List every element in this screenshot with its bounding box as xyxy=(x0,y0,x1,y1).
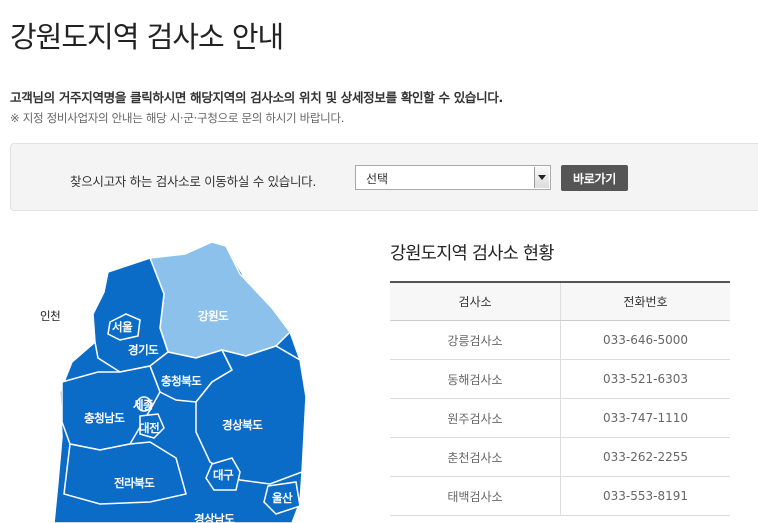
inspection-center-select[interactable]: 선택 xyxy=(355,165,551,190)
map-label-ulsan[interactable]: 울산 xyxy=(272,491,294,505)
center-name: 강릉검사소 xyxy=(390,320,561,360)
center-name: 원주검사소 xyxy=(390,398,561,438)
search-panel: 찾으시고자 하는 검사소로 이동하실 수 있습니다. 선택 바로가기 xyxy=(10,143,758,211)
inspection-center-table: 검사소 전화번호 강릉검사소 033-646-5000 동해검사소 033-52… xyxy=(390,281,730,516)
map-label-chungbuk[interactable]: 충청북도 xyxy=(161,374,203,388)
map-region-gangwon[interactable] xyxy=(148,241,291,359)
table-row: 강릉검사소 033-646-5000 xyxy=(390,320,730,360)
center-name: 태백검사소 xyxy=(390,476,561,516)
map-label-daejeon[interactable]: 대전 xyxy=(139,421,160,435)
table-header-row: 검사소 전화번호 xyxy=(390,281,730,321)
chevron-down-icon[interactable] xyxy=(534,167,549,188)
page-title: 강원도지역 검사소 안내 xyxy=(10,20,284,54)
notice-text: ※ 지정 정비사업자의 안내는 해당 시·군·구청으로 문의 하시기 바랍니다. xyxy=(10,111,345,125)
intro-text: 고객님의 거주지역명을 클릭하시면 해당지역의 검사소의 위치 및 상세정보를 … xyxy=(10,90,503,105)
table-row: 태백검사소 033-553-8191 xyxy=(390,476,730,516)
map-label-daegu[interactable]: 대구 xyxy=(213,468,235,482)
map-label-gyeongbuk[interactable]: 경상북도 xyxy=(222,418,264,432)
table-row: 원주검사소 033-747-1110 xyxy=(390,398,730,438)
center-phone: 033-747-1110 xyxy=(560,398,730,438)
center-phone: 033-553-8191 xyxy=(560,476,730,516)
center-phone: 033-521-6303 xyxy=(560,359,730,399)
korea-region-map: 인천 서울 경기도 강원도 충청북도 세종 충청남도 대전 경상북도 전라북도 … xyxy=(40,241,307,523)
map-label-gangwon[interactable]: 강원도 xyxy=(198,309,230,323)
center-phone: 033-646-5000 xyxy=(560,320,730,360)
map-label-gyeonggi[interactable]: 경기도 xyxy=(128,343,160,357)
table-row: 동해검사소 033-521-6303 xyxy=(390,359,730,399)
map-label-seoul[interactable]: 서울 xyxy=(112,320,134,334)
map-label-jeonbuk[interactable]: 전라북도 xyxy=(114,476,156,490)
go-button[interactable]: 바로가기 xyxy=(561,165,628,191)
center-name: 춘천검사소 xyxy=(390,437,561,477)
map-label-incheon[interactable]: 인천 xyxy=(40,309,61,323)
column-header-phone: 전화번호 xyxy=(560,281,730,321)
select-value: 선택 xyxy=(366,172,389,186)
center-phone: 033-262-2255 xyxy=(560,437,730,477)
column-header-name: 검사소 xyxy=(390,281,561,321)
table-row: 춘천검사소 033-262-2255 xyxy=(390,437,730,477)
map-label-sejong[interactable]: 세종 xyxy=(133,398,155,412)
center-name: 동해검사소 xyxy=(390,359,561,399)
search-label: 찾으시고자 하는 검사소로 이동하실 수 있습니다. xyxy=(70,174,317,189)
map-label-gyeongnam[interactable]: 경상남도 xyxy=(194,512,236,523)
map-label-chungnam[interactable]: 충청남도 xyxy=(84,411,126,425)
status-title: 강원도지역 검사소 현황 xyxy=(390,244,554,264)
